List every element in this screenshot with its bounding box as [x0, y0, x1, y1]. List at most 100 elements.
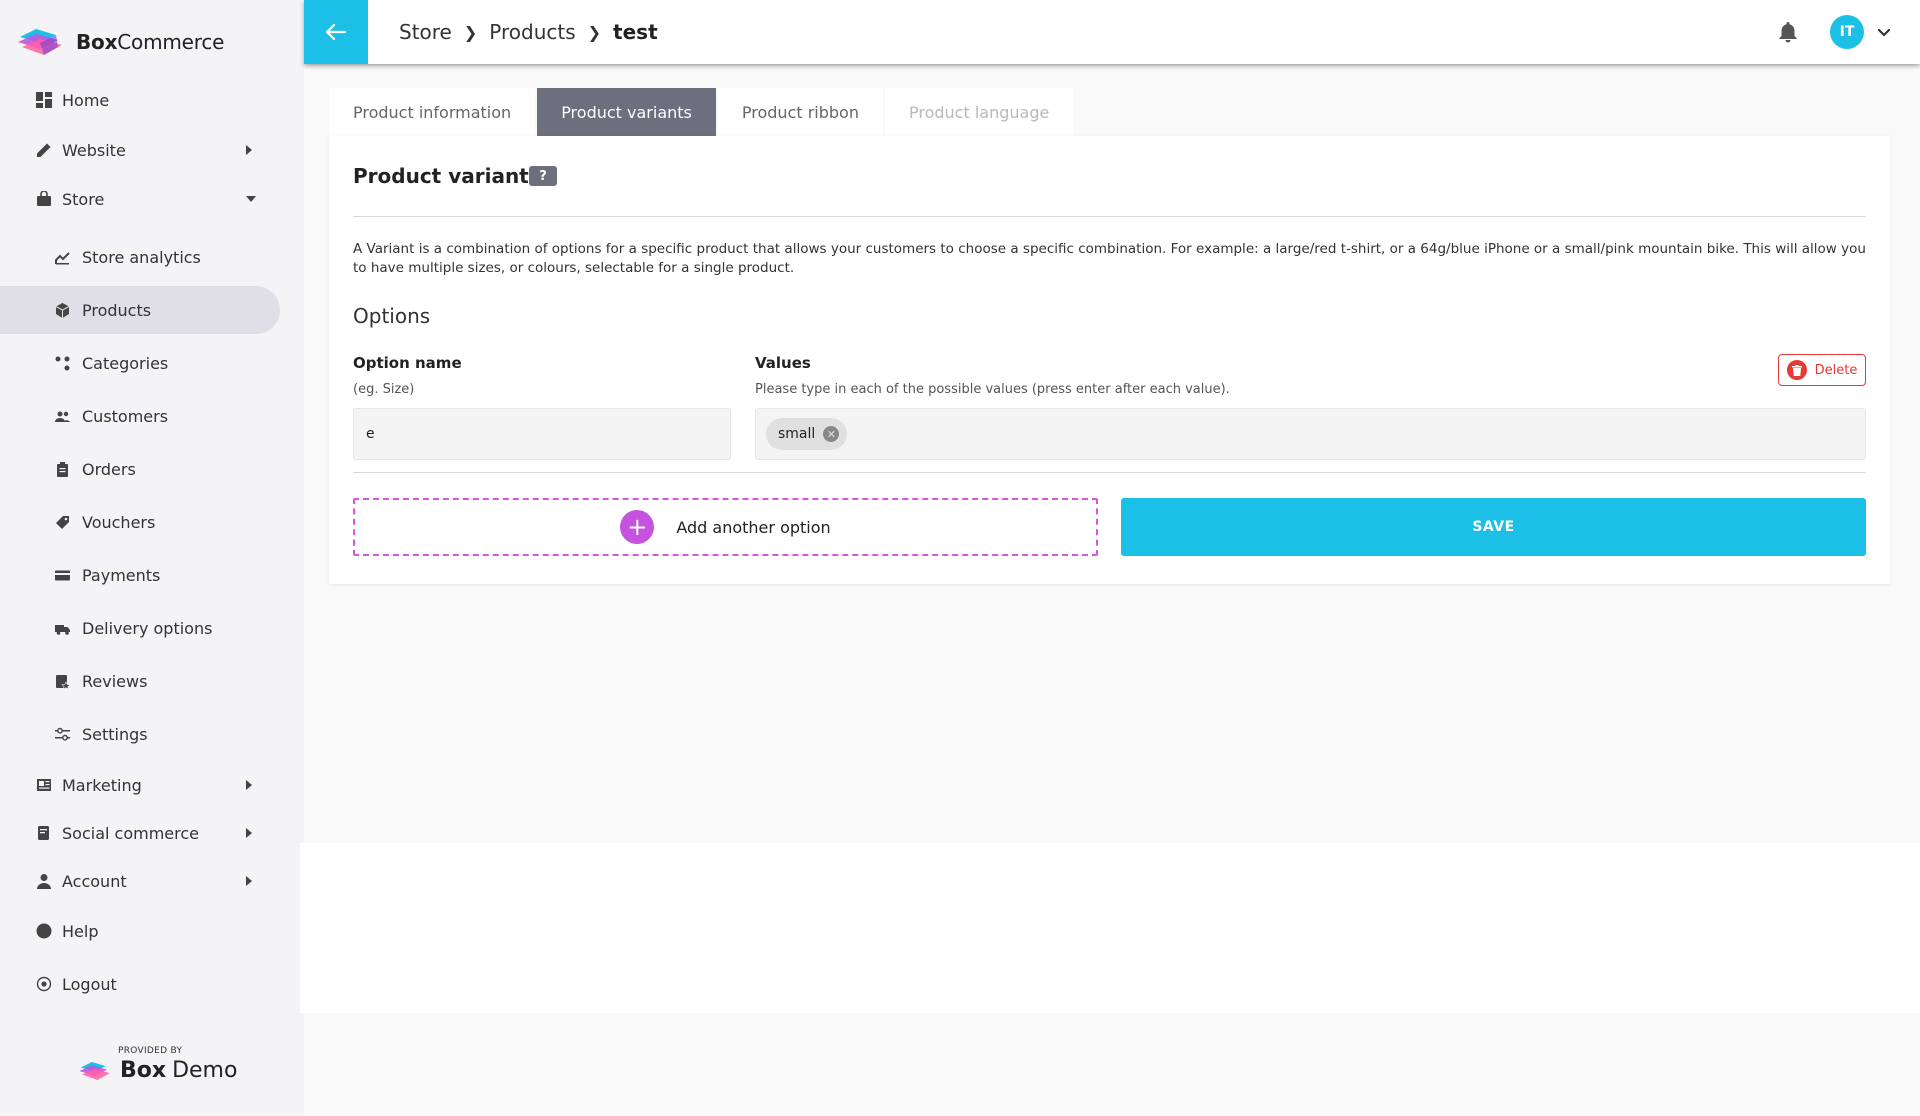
provider-name: Box Demo [120, 1058, 238, 1083]
sidebar-item-label: Customers [82, 406, 169, 426]
sidebar-item-social-commerce[interactable]: Social commerce [0, 809, 280, 857]
sidebar-item-website[interactable]: Website [0, 126, 280, 174]
sidebar-item-label: Settings [82, 724, 148, 744]
tab-product-ribbon[interactable]: Product ribbon [717, 88, 883, 136]
pencil-icon [35, 142, 52, 159]
help-circle-icon [35, 923, 52, 940]
brand-name: BoxCommerce [76, 30, 225, 54]
top-bar: Store ❯ Products ❯ test IT [304, 0, 1920, 64]
page-title: Product variants [353, 164, 541, 188]
voucher-icon [55, 515, 70, 530]
sidebar-item-store[interactable]: Store [0, 175, 280, 223]
caret-right-icon [246, 780, 252, 790]
dashboard-icon [35, 92, 52, 109]
caret-right-icon [246, 145, 252, 155]
truck-icon [55, 621, 70, 636]
sidebar-item-store-analytics[interactable]: Store analytics [0, 233, 280, 281]
content-band [300, 843, 1920, 1013]
remove-chip-icon[interactable]: ✕ [823, 426, 840, 442]
sidebar-item-label: Logout [62, 974, 117, 994]
boxcommerce-logo-icon [18, 29, 62, 55]
arrow-left-icon [326, 24, 346, 40]
variants-card: Product variants ? A Variant is a combin… [329, 136, 1890, 584]
logout-icon [35, 976, 52, 993]
value-chip-label: small [778, 426, 816, 442]
help-badge[interactable]: ? [529, 166, 557, 186]
sidebar-item-label: Vouchers [82, 512, 156, 532]
sidebar-item-label: Help [62, 921, 99, 941]
tab-product-variants[interactable]: Product variants [537, 88, 716, 136]
sidebar-item-customers[interactable]: Customers [0, 392, 280, 440]
sidebar-item-products[interactable]: Products [0, 286, 280, 334]
provider-logo: Box Demo [78, 1058, 258, 1083]
plus-icon: + [620, 510, 655, 544]
add-another-option-button[interactable]: + Add another option [353, 498, 1098, 556]
chevron-down-icon[interactable] [1876, 24, 1892, 40]
tab-product-language[interactable]: Product language [884, 88, 1074, 136]
sidebar-item-categories[interactable]: Categories [0, 339, 280, 387]
sidebar-item-label: Store analytics [82, 247, 201, 267]
notifications-bell-icon[interactable] [1776, 20, 1800, 44]
add-option-label: Add another option [676, 517, 831, 537]
sidebar-item-orders[interactable]: Orders [0, 445, 280, 493]
variants-description: A Variant is a combination of options fo… [353, 241, 1866, 276]
delete-label: Delete [1814, 362, 1858, 378]
sidebar-item-label: Home [62, 90, 110, 110]
divider [353, 216, 1866, 217]
option-name-label: Option name [353, 354, 462, 372]
sidebar-item-label: Categories [82, 353, 169, 373]
provided-by-label: PROVIDED BY [118, 1046, 183, 1056]
people-icon [55, 409, 70, 424]
box-icon [55, 302, 70, 318]
sidebar-item-marketing[interactable]: Marketing [0, 761, 280, 809]
save-button[interactable]: SAVE [1121, 498, 1866, 556]
card-icon [55, 568, 70, 583]
sidebar-item-payments[interactable]: Payments [0, 551, 280, 599]
caret-right-icon [246, 828, 252, 838]
breadcrumb-products[interactable]: Products [489, 20, 575, 44]
avatar[interactable]: IT [1830, 15, 1864, 49]
sidebar: BoxCommerce Home Website Store Store ana… [0, 0, 304, 1116]
sidebar-item-delivery-options[interactable]: Delivery options [0, 604, 280, 652]
sidebar-item-label: Account [62, 871, 127, 891]
value-chip: small ✕ [766, 418, 848, 450]
sidebar-item-label: Products [82, 300, 152, 320]
chevron-right-icon: ❯ [463, 22, 478, 42]
breadcrumb: Store ❯ Products ❯ test [399, 0, 658, 64]
sidebar-item-reviews[interactable]: Reviews [0, 657, 280, 705]
sidebar-item-vouchers[interactable]: Vouchers [0, 498, 280, 546]
sidebar-item-logout[interactable]: Logout [0, 960, 280, 1008]
sidebar-item-label: Store [62, 189, 105, 209]
values-input[interactable]: small ✕ [755, 408, 1866, 460]
provided-by: PROVIDED BY Box Demo [78, 1046, 258, 1083]
sidebar-item-label: Marketing [62, 775, 142, 795]
values-label: Values [755, 354, 811, 372]
newspaper-icon [35, 777, 52, 794]
tab-product-information[interactable]: Product information [329, 88, 536, 136]
sidebar-item-home[interactable]: Home [0, 76, 280, 124]
sidebar-item-label: Website [62, 140, 126, 160]
reviews-icon [55, 674, 70, 689]
product-tabs: Product information Product variants Pro… [329, 88, 1075, 136]
option-name-hint: (eg. Size) [353, 382, 415, 397]
sidebar-item-label: Orders [82, 459, 136, 479]
sidebar-item-account[interactable]: Account [0, 857, 280, 905]
sidebar-item-label: Delivery options [82, 618, 213, 638]
sidebar-item-settings[interactable]: Settings [0, 710, 280, 758]
chevron-right-icon: ❯ [587, 22, 602, 42]
person-icon [35, 873, 52, 890]
sidebar-item-label: Social commerce [62, 823, 199, 843]
divider [353, 472, 1866, 473]
option-name-input[interactable] [353, 408, 731, 460]
sidebar-item-help[interactable]: Help [0, 907, 280, 955]
bag-icon [35, 191, 52, 208]
values-hint: Please type in each of the possible valu… [755, 382, 1230, 397]
caret-right-icon [246, 876, 252, 886]
delete-option-button[interactable]: Delete [1778, 354, 1866, 386]
trash-icon [1786, 360, 1807, 380]
clipboard-icon [55, 461, 70, 477]
breadcrumb-store[interactable]: Store [399, 20, 452, 44]
breadcrumb-current: test [613, 20, 658, 44]
brand-logo[interactable]: BoxCommerce [16, 24, 224, 60]
back-button[interactable] [304, 0, 368, 64]
